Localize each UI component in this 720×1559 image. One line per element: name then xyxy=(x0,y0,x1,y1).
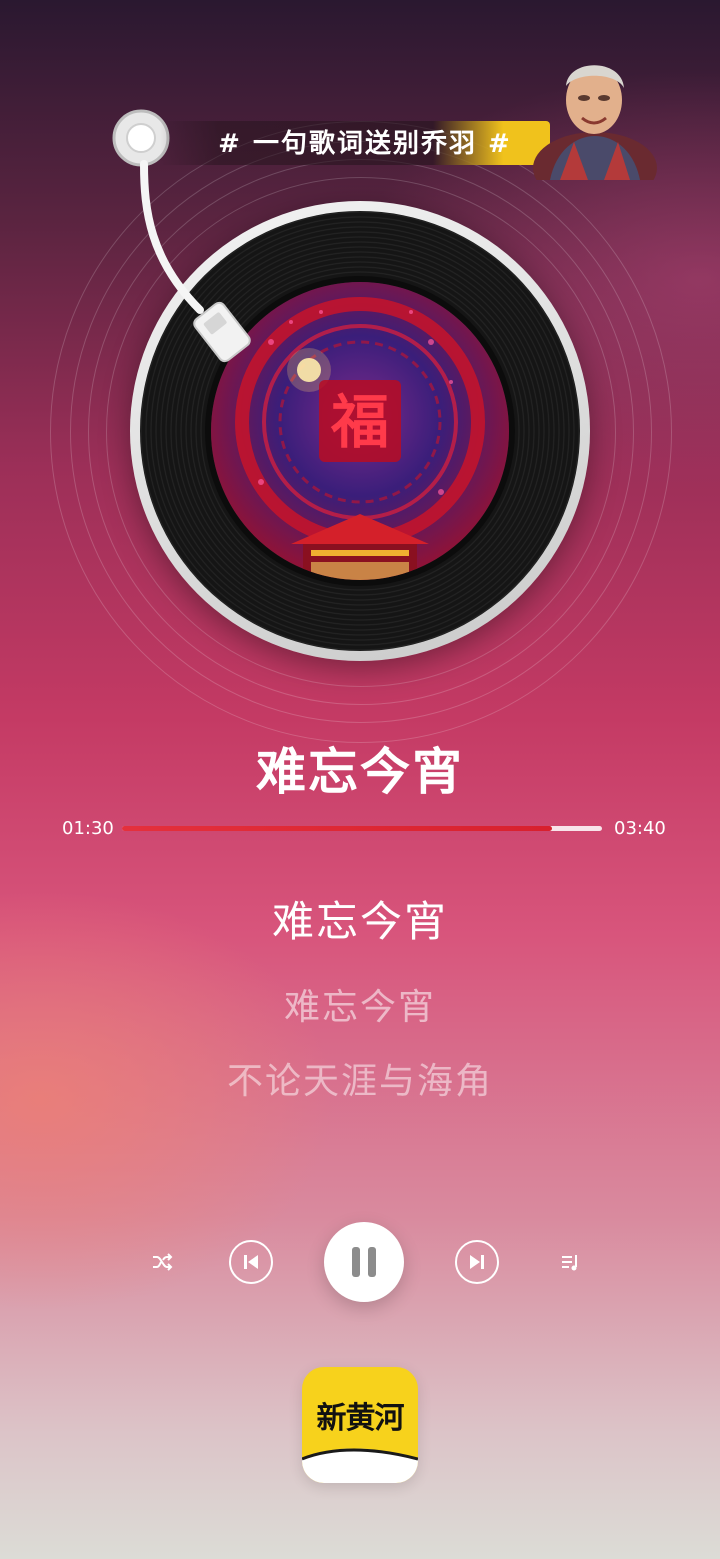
shuffle-button[interactable] xyxy=(148,1248,176,1276)
skip-next-icon xyxy=(470,1255,484,1269)
app-logo: 新黄河 xyxy=(302,1367,418,1483)
avatar xyxy=(530,38,660,204)
playlist-icon xyxy=(562,1255,577,1271)
lyric-current-line: 难忘今宵 xyxy=(271,897,448,946)
previous-button[interactable] xyxy=(229,1240,273,1284)
elapsed-time: 01:30 xyxy=(62,818,114,839)
next-button[interactable] xyxy=(455,1240,499,1284)
progress-bar[interactable] xyxy=(122,826,602,831)
album-art-character: 福 xyxy=(330,388,389,456)
shuffle-icon xyxy=(153,1253,173,1271)
lyric-next-line: 不论天涯与海角 xyxy=(226,1061,493,1102)
skip-previous-icon xyxy=(244,1255,258,1269)
progress-fill xyxy=(122,826,553,831)
song-title: 难忘今宵 xyxy=(256,743,464,801)
playlist-button[interactable] xyxy=(556,1248,584,1276)
pause-button[interactable] xyxy=(324,1222,404,1302)
topic-banner-text: # 一句歌词送别乔羽 # xyxy=(218,129,512,159)
wave-icon xyxy=(302,1448,418,1483)
lyric-next-line: 难忘今宵 xyxy=(283,987,436,1028)
total-time: 03:40 xyxy=(614,818,666,839)
pause-icon xyxy=(352,1247,376,1277)
